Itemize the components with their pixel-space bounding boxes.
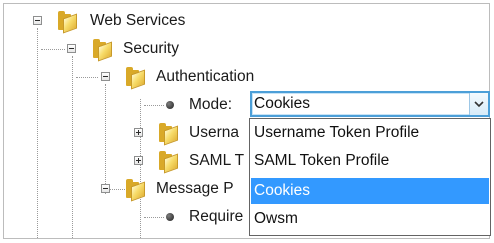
tree-node-label: SAML T [189,152,245,169]
collapse-toggle-icon[interactable] [101,184,110,193]
mode-select[interactable]: Cookies [250,91,490,117]
tree-node-label: Message P [156,180,234,197]
folder-icon [158,123,180,146]
dropdown-option-owsm[interactable]: Owsm [251,206,489,232]
tree-node-label: Userna [189,124,239,141]
tree-node-message-protection[interactable]: Message P [4,175,252,203]
chevron-down-icon [474,100,484,107]
folder-icon [125,179,147,202]
tree-node-saml-token[interactable]: SAML T [4,147,252,175]
dropdown-option-username-token-profile[interactable]: Username Token Profile [251,120,489,146]
tree-node-authentication[interactable]: Authentication [4,63,284,91]
folder-icon [57,11,79,34]
collapse-toggle-icon[interactable] [101,72,110,81]
tree-node-security[interactable]: Security [4,35,244,63]
property-bullet-icon [166,101,174,109]
dropdown-option-saml-token-profile[interactable]: SAML Token Profile [251,148,489,174]
collapse-toggle-icon[interactable] [67,44,76,53]
mode-label: Mode: [189,96,233,113]
tree-node-web-services[interactable]: Web Services [4,7,244,35]
tree-node-label: Web Services [90,12,186,29]
expand-toggle-icon[interactable] [134,128,143,137]
property-bullet-icon [166,213,174,221]
tree-node-mode: Mode: [4,91,254,119]
tree-node-label: Security [123,40,179,57]
tree-node-require: Require [4,203,252,231]
mode-dropdown-list: Username Token Profile SAML Token Profil… [249,118,491,236]
dropdown-option-cookies[interactable]: Cookies [251,178,489,204]
tree-node-label: Authentication [156,68,255,85]
tree-node-username-token[interactable]: Userna [4,119,252,147]
folder-icon [158,151,180,174]
folder-icon [125,67,147,90]
expand-toggle-icon[interactable] [134,156,143,165]
mode-select-value: Cookies [254,95,310,112]
folder-icon [92,39,114,62]
collapse-toggle-icon[interactable] [33,16,42,25]
dropdown-arrow-button[interactable] [469,93,488,115]
tree-node-label: Require [189,208,244,225]
